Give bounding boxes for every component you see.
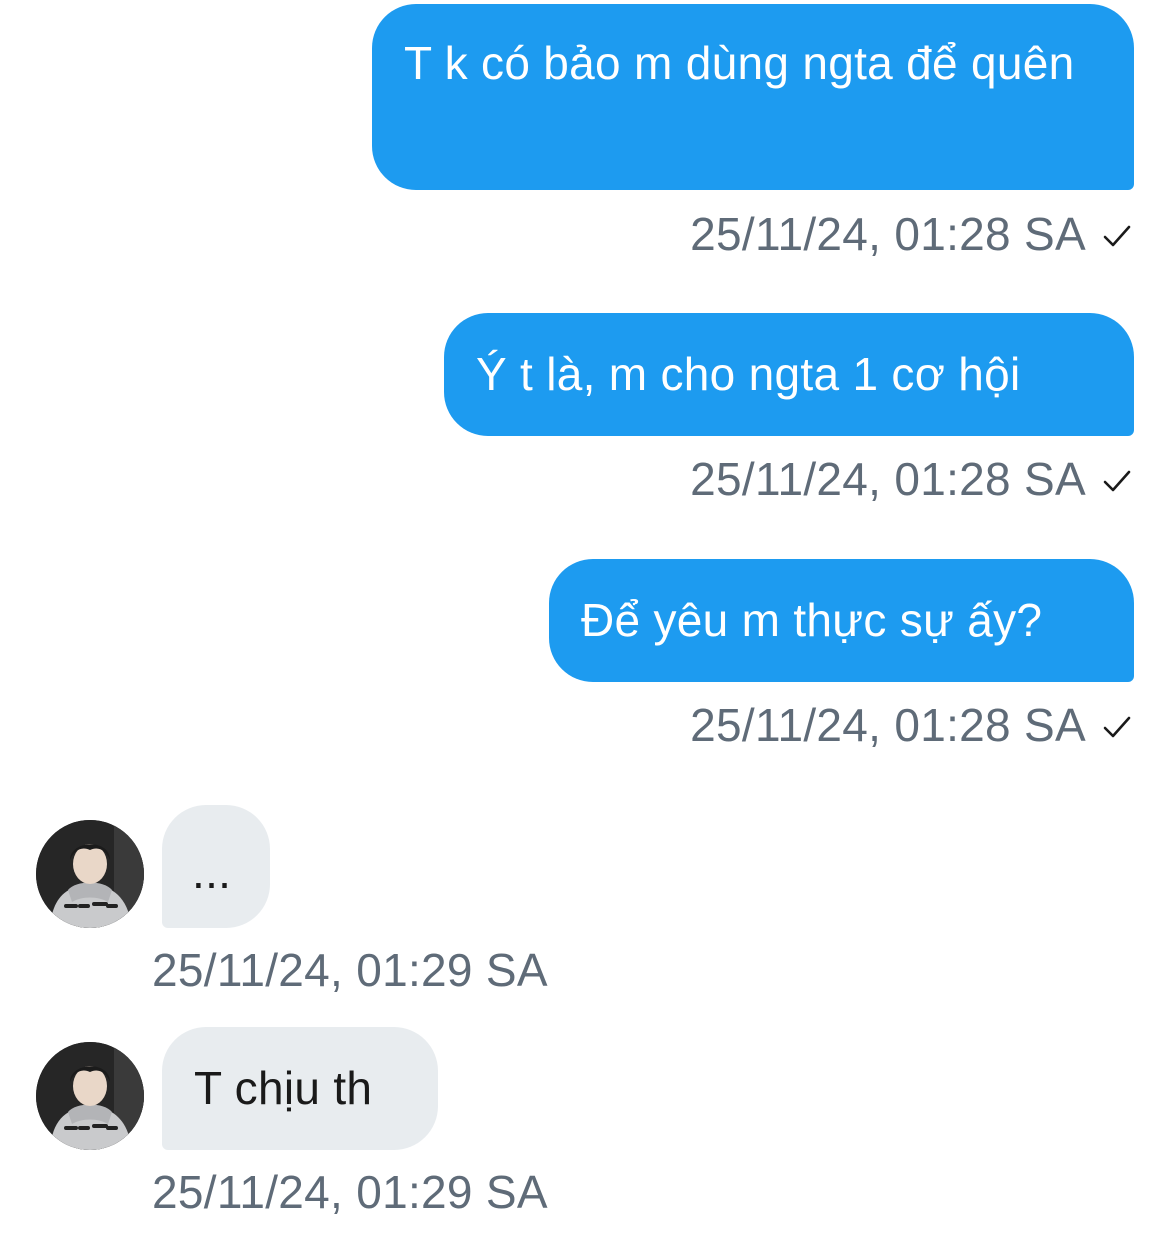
message-meta: 25/11/24, 01:28 SA	[690, 697, 1134, 753]
message-timestamp: 25/11/24, 01:29 SA	[152, 944, 548, 996]
check-icon	[1103, 225, 1131, 247]
message-text: T chịu th	[194, 1062, 373, 1114]
avatar[interactable]	[36, 1042, 144, 1150]
check-icon	[1103, 470, 1131, 492]
message-text: Ý t là, m cho ngta 1 cơ hội	[476, 348, 1021, 400]
message-timestamp: 25/11/24, 01:29 SA	[152, 1166, 548, 1218]
message-text: Để yêu m thực sự ấy?	[581, 594, 1043, 646]
avatar-image	[36, 820, 144, 928]
message-bubble-outgoing[interactable]: T k có bảo m dùng ngta để quên	[372, 4, 1134, 190]
message-meta: 25/11/24, 01:28 SA	[690, 451, 1134, 507]
message-text: T k có bảo m dùng ngta để quên	[404, 37, 1075, 89]
message-meta: 25/11/24, 01:28 SA	[690, 206, 1134, 262]
message-timestamp: 25/11/24, 01:28 SA	[690, 208, 1086, 260]
avatar[interactable]	[36, 820, 144, 928]
message-bubble-incoming[interactable]: T chịu th	[162, 1027, 438, 1150]
message-bubble-outgoing[interactable]: Để yêu m thực sự ấy?	[549, 559, 1134, 682]
message-text: ...	[192, 846, 232, 898]
message-timestamp: 25/11/24, 01:28 SA	[690, 699, 1086, 751]
check-icon	[1103, 716, 1131, 738]
message-timestamp: 25/11/24, 01:28 SA	[690, 453, 1086, 505]
avatar-image	[36, 1042, 144, 1150]
message-bubble-incoming[interactable]: ...	[162, 805, 270, 928]
message-bubble-outgoing[interactable]: Ý t là, m cho ngta 1 cơ hội	[444, 313, 1134, 436]
